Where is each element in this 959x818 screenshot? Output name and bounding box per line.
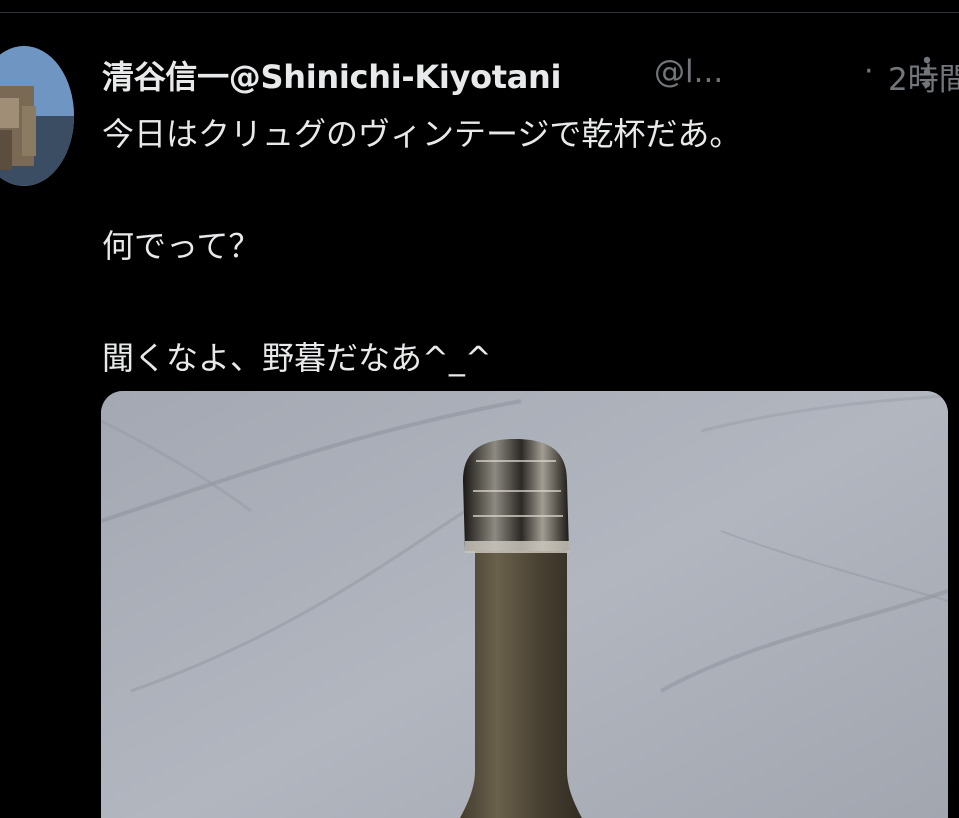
tweet-screen: 清谷信一@Shinichi-Kiyotani @l... · 2時間 今日はクリ…: [0, 0, 959, 818]
avatar-image: [0, 46, 74, 186]
avatar[interactable]: [0, 46, 74, 186]
tweet-header: 清谷信一@Shinichi-Kiyotani @l... · 2時間: [102, 50, 959, 100]
tweet-media-image[interactable]: [101, 391, 948, 818]
bottle-photo: [101, 391, 948, 818]
user-handle[interactable]: @l...: [654, 54, 723, 90]
separator-dot: ·: [864, 54, 874, 89]
tweet-text: 今日はクリュグのヴィンテージで乾杯だあ。 何でって？ 聞くなよ、野暮だなあ^_^: [102, 106, 942, 386]
display-name[interactable]: 清谷信一@Shinichi-Kiyotani: [102, 52, 562, 98]
divider: [0, 12, 959, 13]
tweet-text-line: 聞くなよ、野暮だなあ^_^: [102, 339, 492, 377]
tweet-text-line: 今日はクリュグのヴィンテージで乾杯だあ。: [102, 115, 742, 153]
tweet-text-line: 何でって？: [102, 227, 261, 265]
more-vertical-icon[interactable]: [920, 52, 934, 92]
